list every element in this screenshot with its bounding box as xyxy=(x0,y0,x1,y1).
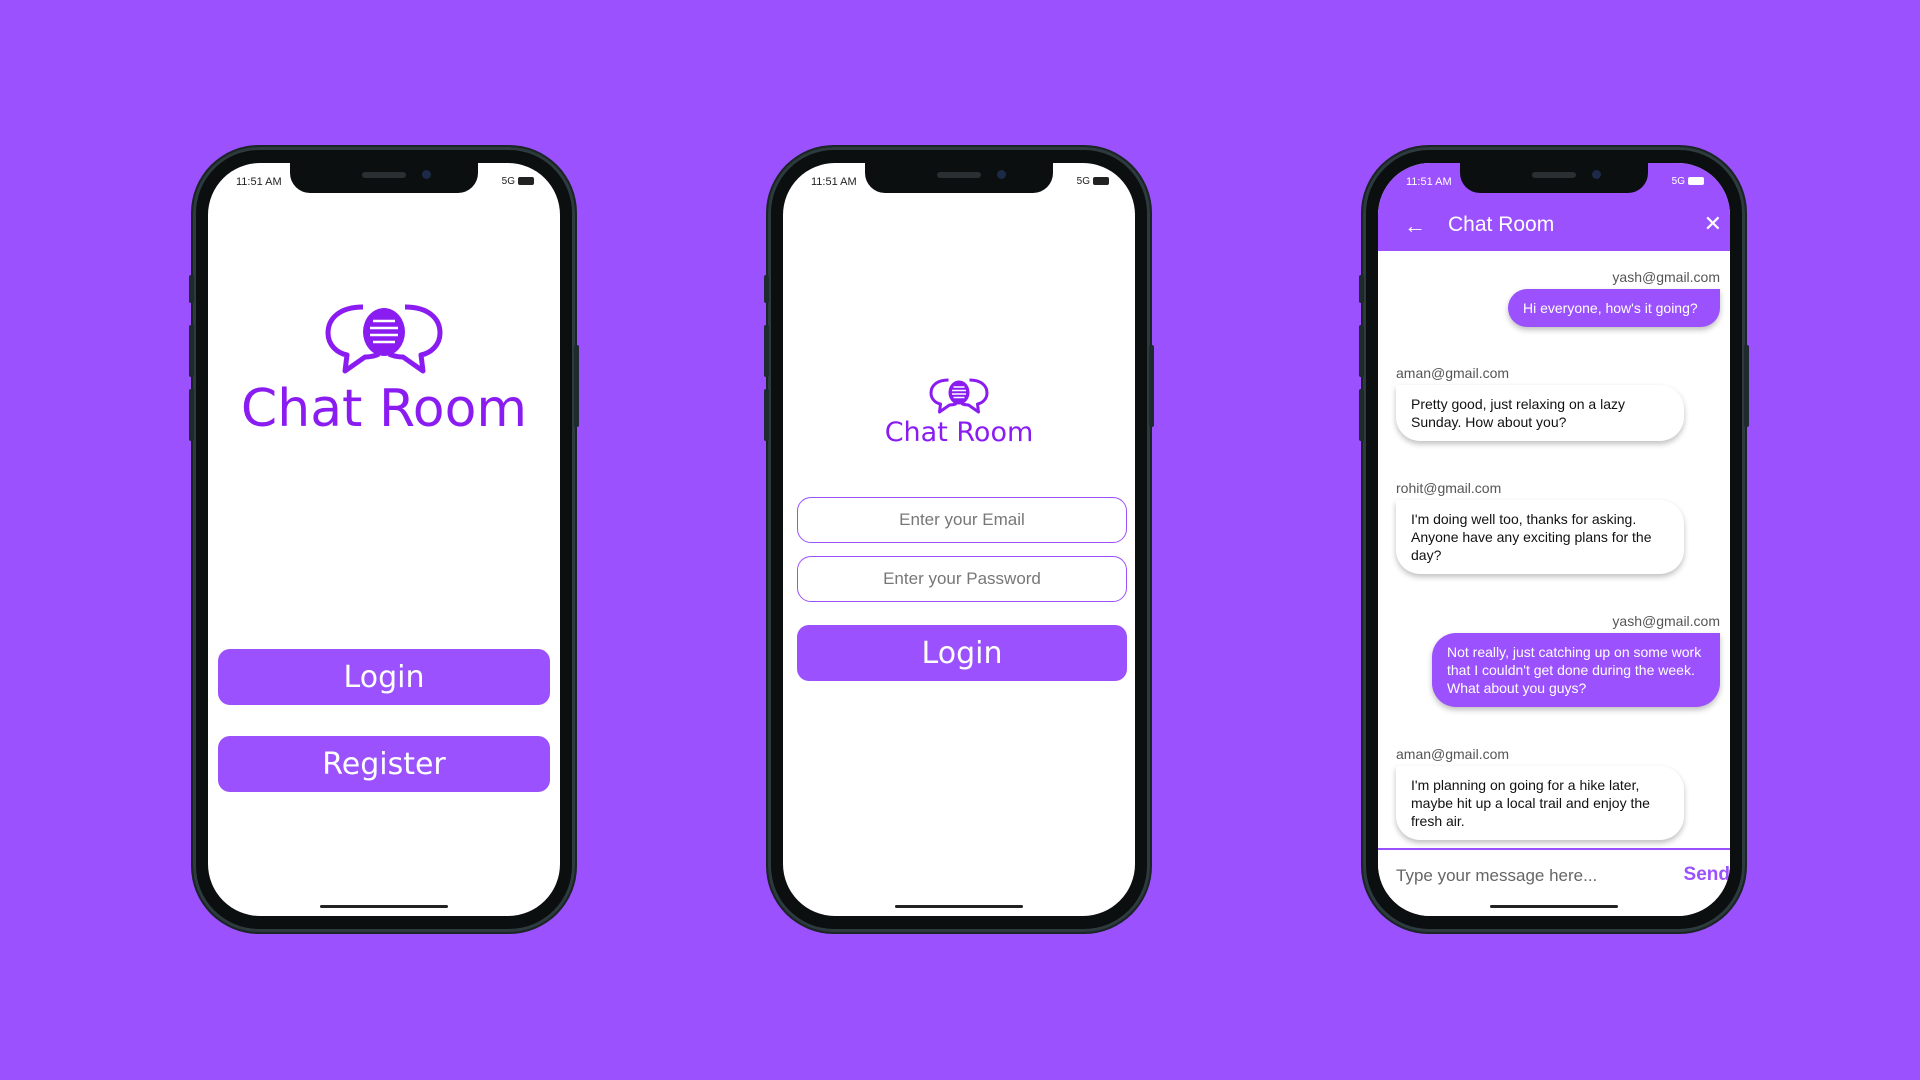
power-button xyxy=(1744,345,1749,427)
network-label: 5G xyxy=(501,176,515,187)
phone-chat: 11:51 AM 5G ← Chat Room ✕ yash@gmail.com… xyxy=(1359,147,1749,932)
message-list[interactable]: yash@gmail.com Hi everyone, how's it goi… xyxy=(1378,251,1730,850)
screen: 11:51 AM 5G ← Chat Room ✕ yash@gmail.com… xyxy=(1378,163,1730,916)
battery-icon xyxy=(1688,177,1704,186)
status-time: 11:51 AM xyxy=(236,176,282,188)
message-sender: aman@gmail.com xyxy=(1396,365,1510,381)
notch xyxy=(865,163,1053,193)
message-bubble: Not really, just catching up on some wor… xyxy=(1432,633,1720,707)
message-bubble: Hi everyone, how's it going? xyxy=(1508,289,1720,327)
message-bubble: Pretty good, just relaxing on a lazy Sun… xyxy=(1396,385,1684,441)
home-indicator xyxy=(895,905,1023,908)
phone-welcome: 11:51 AM 5G Chat Room Login Register xyxy=(189,147,579,932)
battery-icon xyxy=(518,177,534,186)
password-field[interactable]: Enter your Password xyxy=(797,556,1127,602)
status-time: 11:51 AM xyxy=(811,176,857,188)
logo xyxy=(783,377,1135,415)
message-sender: yash@gmail.com xyxy=(1612,269,1720,285)
message-bubble: I'm doing well too, thanks for asking. A… xyxy=(1396,500,1684,574)
mute-switch xyxy=(189,275,194,303)
battery-icon xyxy=(1093,177,1109,186)
message-sender: aman@gmail.com xyxy=(1396,746,1510,762)
power-button xyxy=(574,345,579,427)
logo xyxy=(208,301,560,377)
status-time: 11:51 AM xyxy=(1406,176,1452,188)
close-icon[interactable]: ✕ xyxy=(1704,211,1722,237)
phone-login: 11:51 AM 5G Chat Room Enter your Email E… xyxy=(764,147,1154,932)
chat-bubbles-icon xyxy=(325,304,443,374)
message-bubble: I'm planning on going for a hike later, … xyxy=(1396,766,1684,840)
app-title: Chat Room xyxy=(884,417,1034,448)
status-network: 5G xyxy=(502,176,534,187)
notch xyxy=(1460,163,1648,193)
notch xyxy=(290,163,478,193)
status-network: 5G xyxy=(1077,176,1109,187)
login-button[interactable]: Login xyxy=(797,625,1127,681)
message-sender: yash@gmail.com xyxy=(1612,613,1720,629)
volume-down xyxy=(189,389,194,441)
app-title: Chat Room xyxy=(240,379,528,439)
register-button[interactable]: Register xyxy=(218,736,550,792)
volume-up xyxy=(1359,325,1364,377)
chat-title: Chat Room xyxy=(1448,213,1555,236)
status-network: 5G xyxy=(1672,176,1704,187)
message-sender: rohit@gmail.com xyxy=(1396,480,1502,496)
volume-down xyxy=(1359,389,1364,441)
network-label: 5G xyxy=(1671,176,1685,187)
login-button[interactable]: Login xyxy=(218,649,550,705)
network-label: 5G xyxy=(1076,176,1090,187)
message-input[interactable]: Type your message here... xyxy=(1396,866,1597,886)
power-button xyxy=(1149,345,1154,427)
volume-up xyxy=(764,325,769,377)
volume-down xyxy=(764,389,769,441)
chat-bubbles-icon xyxy=(929,378,989,414)
volume-up xyxy=(189,325,194,377)
email-field[interactable]: Enter your Email xyxy=(797,497,1127,543)
screen: 11:51 AM 5G Chat Room Login Register xyxy=(208,163,560,916)
arrow-left-icon[interactable]: ← xyxy=(1404,213,1426,239)
mute-switch xyxy=(1359,275,1364,303)
screen: 11:51 AM 5G Chat Room Enter your Email E… xyxy=(783,163,1135,916)
home-indicator xyxy=(1490,905,1618,908)
home-indicator xyxy=(320,905,448,908)
send-button[interactable]: Send xyxy=(1684,864,1730,886)
mute-switch xyxy=(764,275,769,303)
